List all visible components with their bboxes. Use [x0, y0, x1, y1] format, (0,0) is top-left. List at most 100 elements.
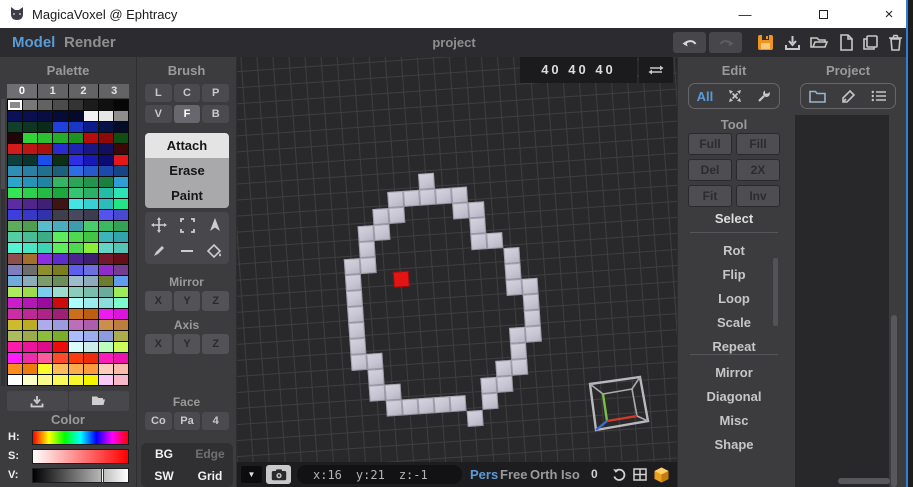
- palette-swatch[interactable]: [38, 364, 52, 374]
- palette-swatch[interactable]: [84, 221, 98, 231]
- voxel[interactable]: [346, 290, 363, 307]
- palette-swatch[interactable]: [8, 375, 22, 385]
- palette-swatch[interactable]: [84, 133, 98, 143]
- palette-swatch[interactable]: [8, 188, 22, 198]
- voxel[interactable]: [525, 326, 542, 343]
- edit-op-diagonal[interactable]: Diagonal: [678, 389, 790, 404]
- palette-swatch[interactable]: [23, 364, 37, 374]
- palette-swatch[interactable]: [8, 155, 22, 165]
- axis-z[interactable]: Z: [202, 334, 229, 354]
- pen-tool-button[interactable]: [145, 238, 173, 264]
- project-name-label[interactable]: project: [432, 28, 475, 57]
- palette-swatch[interactable]: [23, 342, 37, 352]
- voxel[interactable]: [418, 173, 435, 190]
- palette-swatch[interactable]: [99, 210, 113, 220]
- palette-swatch[interactable]: [69, 100, 83, 110]
- move-tool-button[interactable]: [145, 212, 173, 238]
- palette-swatch[interactable]: [53, 265, 67, 275]
- palette-swatch[interactable]: [84, 331, 98, 341]
- palette-swatch[interactable]: [84, 364, 98, 374]
- palette-swatch[interactable]: [23, 166, 37, 176]
- delete-button[interactable]: [885, 33, 905, 52]
- palette-swatch[interactable]: [99, 122, 113, 132]
- palette-swatch[interactable]: [84, 276, 98, 286]
- rotate-view-button[interactable]: [609, 465, 629, 484]
- palette-swatch[interactable]: [53, 100, 67, 110]
- palette-swatch[interactable]: [8, 287, 22, 297]
- palette-swatch[interactable]: [114, 188, 128, 198]
- palette-swatch[interactable]: [69, 111, 83, 121]
- palette-swatch[interactable]: [8, 144, 22, 154]
- palette-swatch[interactable]: [99, 342, 113, 352]
- palette-swatch[interactable]: [84, 122, 98, 132]
- palette-swatch[interactable]: [99, 364, 113, 374]
- face-4[interactable]: 4: [202, 412, 229, 430]
- split-view-button[interactable]: [630, 465, 650, 484]
- palette-swatch[interactable]: [84, 100, 98, 110]
- palette-swatch[interactable]: [114, 287, 128, 297]
- palette-swatch[interactable]: [53, 254, 67, 264]
- voxel[interactable]: [503, 247, 520, 264]
- palette-tab-2[interactable]: 2: [69, 84, 99, 98]
- palette-swatch[interactable]: [114, 210, 128, 220]
- palette-swatch[interactable]: [38, 320, 52, 330]
- edit-scope-all-button[interactable]: All: [697, 89, 714, 104]
- voxel[interactable]: [369, 385, 386, 402]
- voxel[interactable]: [372, 208, 389, 225]
- voxel[interactable]: [348, 322, 365, 339]
- palette-swatch[interactable]: [38, 243, 52, 253]
- palette-swatch[interactable]: [114, 375, 128, 385]
- palette-swatch[interactable]: [114, 243, 128, 253]
- palette-swatch[interactable]: [23, 309, 37, 319]
- palette-swatch[interactable]: [114, 155, 128, 165]
- palette-swatch[interactable]: [69, 331, 83, 341]
- palette-swatch[interactable]: [84, 309, 98, 319]
- toggle-edge[interactable]: Edge: [187, 447, 233, 461]
- palette-swatch[interactable]: [84, 342, 98, 352]
- palette-swatch[interactable]: [53, 353, 67, 363]
- screenshot-button[interactable]: [266, 465, 291, 484]
- palette-swatch[interactable]: [23, 375, 37, 385]
- palette-swatch[interactable]: [23, 265, 37, 275]
- palette-swatch[interactable]: [8, 133, 22, 143]
- open-button[interactable]: [809, 33, 829, 52]
- voxel[interactable]: [506, 279, 523, 296]
- axis-x[interactable]: X: [145, 334, 172, 354]
- edit-scrollbar-thumb[interactable]: [773, 258, 778, 326]
- expand-selection-button[interactable]: [728, 89, 742, 103]
- voxel[interactable]: [402, 398, 419, 415]
- voxel[interactable]: [344, 258, 361, 275]
- cursor-tool-button[interactable]: [201, 212, 229, 238]
- palette-swatch[interactable]: [23, 199, 37, 209]
- edit-tool-full[interactable]: Full: [688, 133, 732, 155]
- palette-swatch[interactable]: [53, 166, 67, 176]
- palette-swatch[interactable]: [84, 320, 98, 330]
- palette-swatch[interactable]: [69, 298, 83, 308]
- palette-swatch[interactable]: [99, 265, 113, 275]
- marquee-select-tool-button[interactable]: [173, 212, 201, 238]
- palette-swatch[interactable]: [69, 276, 83, 286]
- palette-swatch[interactable]: [23, 243, 37, 253]
- palette-swatch[interactable]: [99, 188, 113, 198]
- tool-options-button[interactable]: [757, 89, 771, 103]
- voxel[interactable]: [495, 360, 512, 377]
- palette-swatch[interactable]: [53, 144, 67, 154]
- palette-swatch[interactable]: [69, 287, 83, 297]
- value-slider[interactable]: [32, 468, 129, 483]
- voxel[interactable]: [486, 232, 503, 249]
- paint-action-button[interactable]: Paint: [145, 183, 229, 208]
- project-brush-button[interactable]: [841, 89, 856, 104]
- palette-swatch[interactable]: [69, 188, 83, 198]
- palette-swatch[interactable]: [8, 243, 22, 253]
- palette-swatch[interactable]: [114, 111, 128, 121]
- palette-swatch[interactable]: [38, 133, 52, 143]
- voxel[interactable]: [359, 241, 376, 258]
- voxel[interactable]: [418, 397, 435, 414]
- palette-swatch[interactable]: [8, 265, 22, 275]
- palette-swatch[interactable]: [69, 133, 83, 143]
- palette-swatch[interactable]: [99, 232, 113, 242]
- mirror-axis-z[interactable]: Z: [202, 291, 229, 311]
- voxel[interactable]: [480, 377, 497, 394]
- palette-swatch[interactable]: [114, 265, 128, 275]
- voxel[interactable]: [523, 294, 540, 311]
